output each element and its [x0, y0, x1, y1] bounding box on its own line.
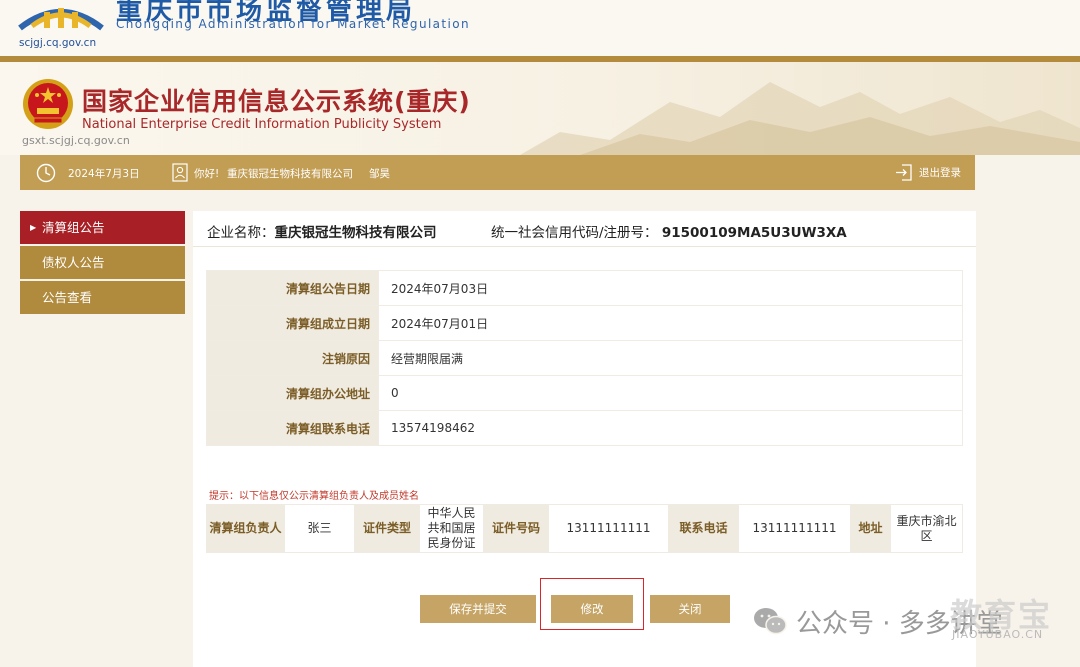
sidebar-item-creditor-notice[interactable]: 债权人公告: [20, 246, 185, 279]
clock-icon: [36, 163, 56, 183]
system-title-en: National Enterprise Credit Information P…: [82, 117, 442, 132]
sidebar-item-liquidation-notice[interactable]: 清算组公告: [20, 211, 185, 244]
system-header: 国家企业信用信息公示系统(重庆) National Enterprise Cre…: [0, 62, 1080, 155]
edit-button[interactable]: 修改: [551, 595, 633, 623]
liquidation-detail-table: 清算组公告日期 2024年07月03日 清算组成立日期 2024年07月01日 …: [206, 270, 963, 446]
logout-icon: [896, 164, 912, 181]
cancel-reason-label: 注销原因: [206, 340, 379, 376]
established-date-label: 清算组成立日期: [206, 305, 379, 341]
phone-header: 联系电话: [668, 504, 739, 553]
logged-in-company: 重庆银冠生物科技有限公司: [227, 168, 353, 180]
liquidation-member-table: 清算组负责人 张三 证件类型 中华人民共和国居民身份证 证件号码 1311111…: [206, 504, 963, 553]
logout-label: 退出登录: [919, 167, 961, 179]
contact-phone-label: 清算组联系电话: [206, 410, 379, 446]
user-card-icon: [172, 163, 188, 182]
notice-date-label: 清算组公告日期: [206, 270, 379, 306]
sidebar: 清算组公告 债权人公告 公告查看: [20, 211, 185, 316]
greeting: 你好!: [194, 168, 220, 180]
bureau-url[interactable]: scjgj.cq.gov.cn: [19, 37, 96, 49]
wechat-icon: [754, 608, 787, 635]
id-number-value: 13111111111: [548, 504, 669, 553]
brand-watermark-sub: JIAOYUBAO.CN: [952, 628, 1044, 641]
credit-code-row: 统一社会信用代码/注册号： 91500109MA5U3UW3XA: [491, 221, 847, 241]
notice-date-value: 2024年07月03日: [378, 270, 963, 306]
contact-phone-value: 13574198462: [378, 410, 963, 446]
sidebar-item-notice-view[interactable]: 公告查看: [20, 281, 185, 314]
established-date-value: 2024年07月01日: [378, 305, 963, 341]
system-url[interactable]: gsxt.scjgj.cq.gov.cn: [22, 134, 130, 147]
system-title: 国家企业信用信息公示系统(重庆): [82, 87, 471, 116]
logout-button[interactable]: 退出登录: [895, 162, 961, 183]
cancel-reason-value: 经营期限届满: [378, 340, 963, 376]
company-name-label: 企业名称：: [207, 225, 275, 241]
address-header: 地址: [850, 504, 891, 553]
table-row: 清算组负责人 张三 证件类型 中华人民共和国居民身份证 证件号码 1311111…: [206, 504, 963, 553]
mountain-background-illustration: [520, 82, 1080, 155]
address-value: 重庆市渝北区: [890, 504, 963, 553]
table-row: 清算组公告日期 2024年07月03日: [206, 270, 963, 306]
national-emblem-icon: [23, 79, 73, 129]
member-info-tip: 提示：以下信息仅公示清算组负责人及成员姓名: [209, 491, 419, 502]
info-bar: 2024年7月3日 你好! 重庆银冠生物科技有限公司 邹昊 退出登录: [20, 155, 975, 190]
table-row: 清算组联系电话 13574198462: [206, 410, 963, 446]
credit-code: 91500109MA5U3UW3XA: [661, 225, 847, 241]
company-name-row: 企业名称：重庆银冠生物科技有限公司: [207, 221, 437, 241]
bureau-title-en: Chongqing Administration for Market Regu…: [116, 17, 471, 31]
divider: [193, 246, 976, 247]
company-name: 重庆银冠生物科技有限公司: [274, 225, 437, 241]
save-submit-button[interactable]: 保存并提交: [420, 595, 536, 623]
table-row: 注销原因 经营期限届满: [206, 340, 963, 376]
id-number-header: 证件号码: [483, 504, 549, 553]
logged-in-user: 邹昊: [369, 168, 390, 180]
leader-value: 张三: [284, 504, 355, 553]
top-banner: 重庆市市场监督管理局 Chongqing Administration for …: [0, 0, 1080, 56]
office-address-value: 0: [378, 375, 963, 411]
id-type-header: 证件类型: [354, 504, 420, 553]
phone-value: 13111111111: [738, 504, 851, 553]
office-address-label: 清算组办公地址: [206, 375, 379, 411]
leader-header: 清算组负责人: [206, 504, 285, 553]
current-date: 2024年7月3日: [68, 168, 140, 180]
table-row: 清算组办公地址 0: [206, 375, 963, 411]
credit-code-label: 统一社会信用代码/注册号：: [491, 225, 658, 241]
table-row: 清算组成立日期 2024年07月01日: [206, 305, 963, 341]
close-button[interactable]: 关闭: [650, 595, 730, 623]
market-regulation-logo-icon: [18, 8, 104, 31]
id-type-value: 中华人民共和国居民身份证: [419, 504, 484, 553]
